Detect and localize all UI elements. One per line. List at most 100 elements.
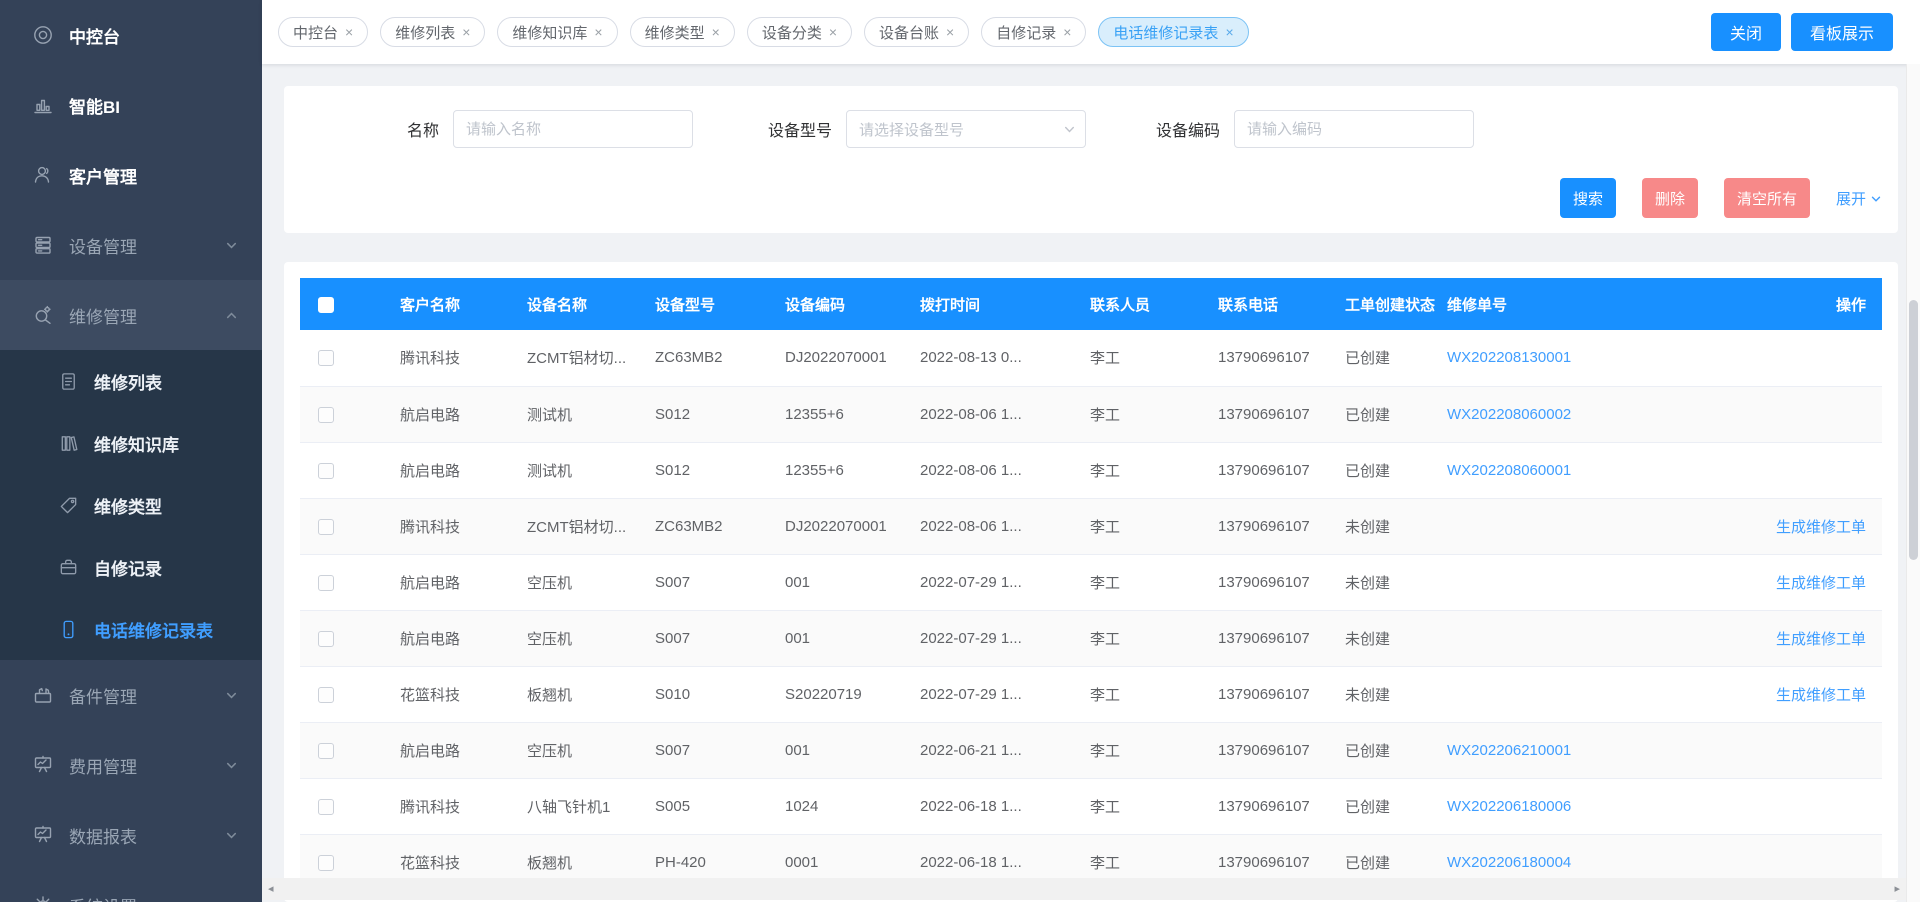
- col-call-time: 拨打时间: [920, 278, 1090, 330]
- cell-call-time: 2022-07-29 1...: [920, 666, 1090, 722]
- repairs-submenu: 维修列表 维修知识库 维修类型 自修记录 电话维修记录表: [0, 350, 262, 660]
- tab-close-icon[interactable]: ×: [712, 25, 720, 39]
- row-checkbox[interactable]: [318, 631, 334, 647]
- tab-close-icon[interactable]: ×: [1063, 25, 1071, 39]
- select-all-checkbox[interactable]: [318, 297, 334, 313]
- cell-contact: 李工: [1090, 666, 1218, 722]
- sidebar-item-spares[interactable]: 备件管理: [0, 660, 262, 730]
- order-no-link[interactable]: WX202206180004: [1447, 854, 1571, 871]
- chevron-down-icon: [225, 759, 238, 772]
- search-button[interactable]: 搜索: [1560, 178, 1616, 218]
- scroll-right-icon[interactable]: ▸: [1894, 884, 1900, 895]
- tab-label: 设备分类: [762, 22, 822, 43]
- row-checkbox[interactable]: [318, 463, 334, 479]
- tab-label: 维修列表: [395, 22, 455, 43]
- briefcase-icon: [58, 557, 79, 578]
- generate-work-order-link[interactable]: 生成维修工单: [1776, 519, 1866, 536]
- generate-work-order-link[interactable]: 生成维修工单: [1776, 575, 1866, 592]
- tab-label: 设备台账: [879, 22, 939, 43]
- tab-label: 中控台: [293, 22, 338, 43]
- name-filter-group: 名称: [407, 110, 693, 148]
- generate-work-order-link[interactable]: 生成维修工单: [1776, 687, 1866, 704]
- sidebar-item-console[interactable]: 中控台: [0, 0, 262, 70]
- row-checkbox[interactable]: [318, 743, 334, 759]
- vertical-scrollbar[interactable]: [1906, 64, 1920, 902]
- board-display-button[interactable]: 看板展示: [1791, 13, 1893, 51]
- delete-button[interactable]: 删除: [1642, 178, 1698, 218]
- row-checkbox[interactable]: [318, 687, 334, 703]
- cell-model: S007: [655, 554, 785, 610]
- tab-close-icon[interactable]: ×: [1225, 25, 1233, 39]
- close-button[interactable]: 关闭: [1711, 13, 1781, 51]
- sidebar-item-devices[interactable]: 设备管理: [0, 210, 262, 280]
- sidebar-item-settings[interactable]: 系统设置: [0, 870, 262, 902]
- order-no-link[interactable]: WX202208130001: [1447, 349, 1571, 366]
- sidebar-item-label: 维修管理: [69, 303, 137, 328]
- generate-work-order-link[interactable]: 生成维修工单: [1776, 631, 1866, 648]
- code-label: 设备编码: [1156, 117, 1220, 141]
- sidebar-item-phone-repair-records[interactable]: 电话维修记录表: [0, 598, 262, 660]
- row-checkbox[interactable]: [318, 350, 334, 366]
- cell-model: S005: [655, 778, 785, 834]
- cell-model: S012: [655, 442, 785, 498]
- tab-close-icon[interactable]: ×: [462, 25, 470, 39]
- sidebar-item-repairs[interactable]: 维修管理: [0, 280, 262, 350]
- order-no-link[interactable]: WX202208060001: [1447, 462, 1571, 479]
- sidebar-item-repair-knowledge[interactable]: 维修知识库: [0, 412, 262, 474]
- row-checkbox[interactable]: [318, 575, 334, 591]
- model-label: 设备型号: [768, 117, 832, 141]
- tab[interactable]: 维修类型 ×: [630, 17, 735, 47]
- tab[interactable]: 设备分类 ×: [747, 17, 852, 47]
- tab-close-icon[interactable]: ×: [345, 25, 353, 39]
- row-checkbox[interactable]: [318, 799, 334, 815]
- table-row: 航启电路 空压机 S007 001 2022-06-21 1... 李工 137…: [300, 722, 1882, 778]
- filter-actions: 搜索 删除 清空所有 展开: [284, 178, 1898, 218]
- expand-toggle[interactable]: 展开: [1836, 188, 1882, 209]
- tab-close-icon[interactable]: ×: [946, 25, 954, 39]
- horizontal-scrollbar[interactable]: ◂ ▸: [262, 878, 1906, 900]
- cell-order-no: WX202206210001: [1447, 722, 1682, 778]
- cell-code: 1024: [785, 778, 920, 834]
- cell-device: 板翘机: [527, 666, 655, 722]
- cell-phone: 13790696107: [1218, 666, 1345, 722]
- row-checkbox[interactable]: [318, 855, 334, 871]
- tab[interactable]: 中控台 ×: [278, 17, 368, 47]
- cell-call-time: 2022-07-29 1...: [920, 610, 1090, 666]
- order-no-link[interactable]: WX202208060002: [1447, 406, 1571, 423]
- table-row: 腾讯科技 ZCMT铝材切... ZC63MB2 DJ2022070001 202…: [300, 498, 1882, 554]
- order-no-link[interactable]: WX202206180006: [1447, 798, 1571, 815]
- tab[interactable]: 维修知识库 ×: [497, 17, 617, 47]
- tab-close-icon[interactable]: ×: [829, 25, 837, 39]
- cell-order-status: 已创建: [1345, 778, 1447, 834]
- cell-customer: 航启电路: [400, 722, 527, 778]
- clear-all-button[interactable]: 清空所有: [1724, 178, 1810, 218]
- sidebar-item-reports[interactable]: 数据报表: [0, 800, 262, 870]
- sidebar-item-label: 维修列表: [94, 369, 162, 394]
- scrollbar-thumb[interactable]: [1909, 300, 1918, 560]
- sidebar-item-repair-list[interactable]: 维修列表: [0, 350, 262, 412]
- name-input[interactable]: [453, 110, 693, 148]
- model-select-placeholder: 请选择设备型号: [859, 119, 964, 140]
- code-input[interactable]: [1234, 110, 1474, 148]
- cell-code: 001: [785, 722, 920, 778]
- tab-close-icon[interactable]: ×: [594, 25, 602, 39]
- main-area: 中控台 × 维修列表 × 维修知识库 × 维修类型: [262, 0, 1920, 902]
- sidebar-item-customers[interactable]: 客户管理: [0, 140, 262, 210]
- sidebar-item-label: 维修类型: [94, 493, 162, 518]
- row-checkbox[interactable]: [318, 519, 334, 535]
- tab[interactable]: 自修记录 ×: [981, 17, 1086, 47]
- cell-phone: 13790696107: [1218, 610, 1345, 666]
- tab[interactable]: 设备台账 ×: [864, 17, 969, 47]
- order-no-link[interactable]: WX202206210001: [1447, 742, 1571, 759]
- sidebar-item-self-repair[interactable]: 自修记录: [0, 536, 262, 598]
- model-select[interactable]: 请选择设备型号: [846, 110, 1086, 148]
- cell-device: 空压机: [527, 610, 655, 666]
- sidebar-item-bi[interactable]: 智能BI: [0, 70, 262, 140]
- tab[interactable]: 电话维修记录表 ×: [1098, 17, 1248, 47]
- sidebar-item-costs[interactable]: 费用管理: [0, 730, 262, 800]
- row-checkbox[interactable]: [318, 407, 334, 423]
- sidebar-item-label: 备件管理: [69, 683, 137, 708]
- scroll-left-icon[interactable]: ◂: [268, 884, 274, 895]
- sidebar-item-repair-type[interactable]: 维修类型: [0, 474, 262, 536]
- tab[interactable]: 维修列表 ×: [380, 17, 485, 47]
